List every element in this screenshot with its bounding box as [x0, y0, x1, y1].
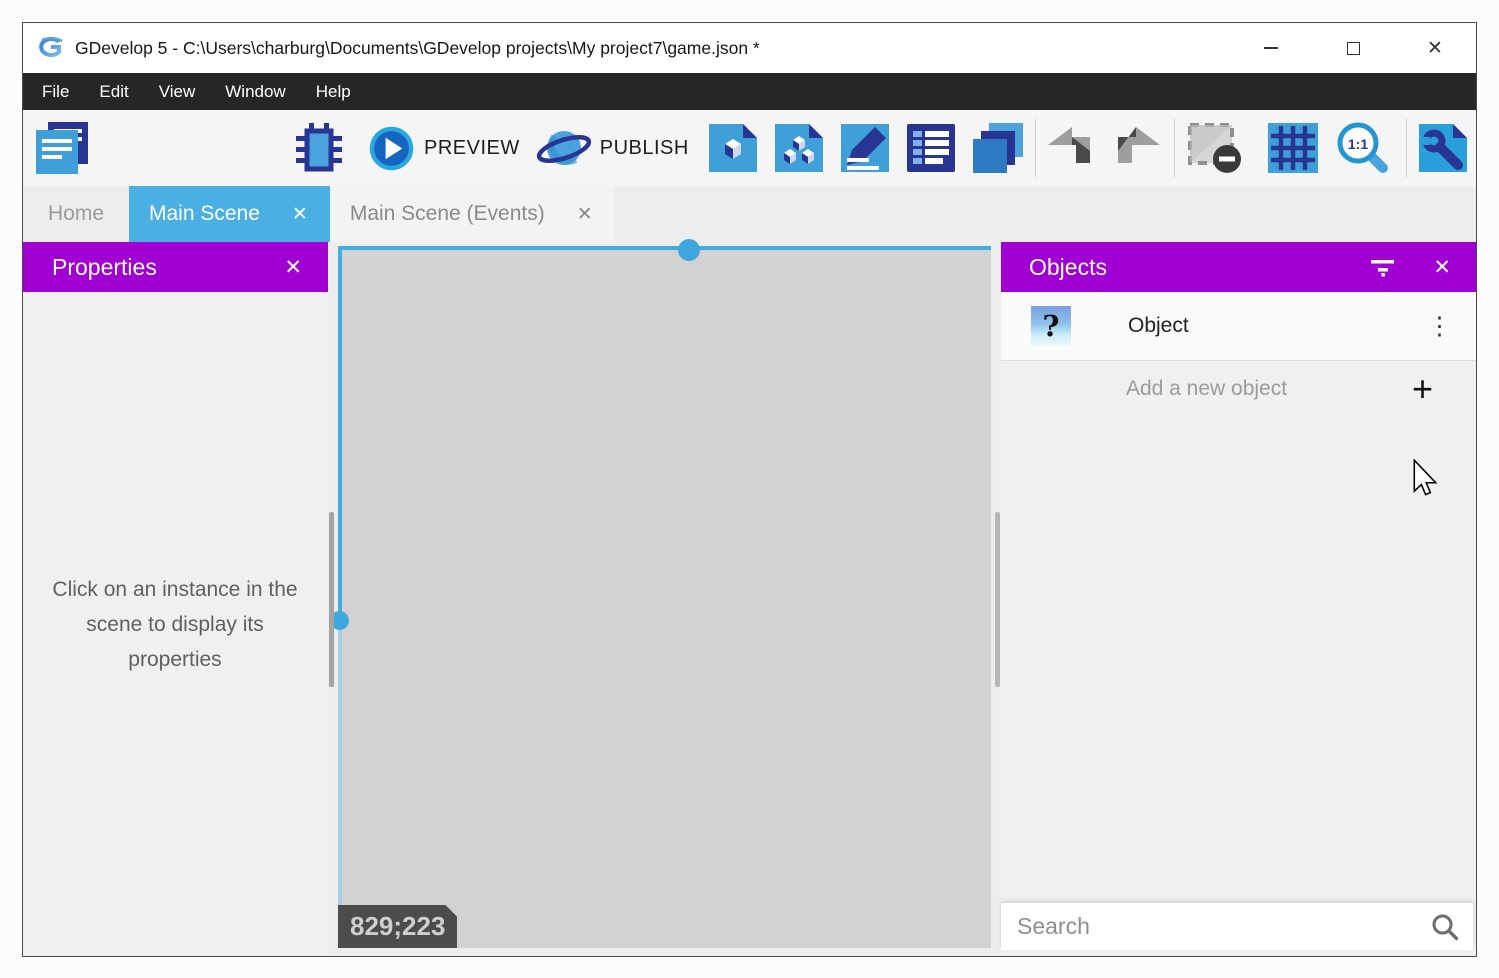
maximize-button[interactable]: [1312, 23, 1394, 73]
layers-button[interactable]: [973, 123, 1023, 173]
grid-button[interactable]: [1268, 123, 1318, 173]
selection-handle-top[interactable]: [678, 239, 700, 261]
edit-note-pencil-icon: [841, 124, 889, 172]
objects-list-icon: [709, 124, 757, 172]
grid-icon: [1268, 123, 1318, 173]
menu-item-edit[interactable]: Edit: [84, 73, 143, 110]
object-question-icon: ?: [1031, 306, 1071, 346]
publish-globe-icon: [536, 124, 592, 172]
preview-button[interactable]: PREVIEW: [369, 126, 520, 171]
object-list-item[interactable]: ? Object ⋮: [1001, 292, 1476, 361]
layers-icon: [973, 123, 1023, 173]
selection-border-left-faded: [338, 620, 342, 948]
properties-empty-message: Click on an instance in the scene to dis…: [50, 572, 300, 677]
publish-label: PUBLISH: [600, 137, 689, 160]
selection-border-left: [338, 246, 342, 620]
tab-bar: Home Main Scene ✕ Main Scene (Events) ✕: [23, 186, 1476, 242]
object-groups-button[interactable]: [775, 124, 823, 172]
add-object-label: Add a new object: [1001, 377, 1412, 401]
objects-panel: Objects ✕ ? Object ⋮ Add a new object +: [1001, 242, 1476, 956]
content-area: Properties ✕ Click on an instance in the…: [23, 242, 1476, 956]
close-button[interactable]: ✕: [1394, 23, 1476, 73]
menu-item-window[interactable]: Window: [210, 73, 300, 110]
scene-properties-button[interactable]: [841, 124, 889, 172]
project-manager-icon: [36, 122, 90, 174]
tab-main-scene-events[interactable]: Main Scene (Events) ✕: [330, 186, 615, 242]
tab-close-icon[interactable]: ✕: [577, 205, 593, 224]
close-icon: ✕: [1427, 39, 1443, 58]
object-menu-kebab-icon[interactable]: ⋮: [1427, 311, 1454, 341]
properties-title: Properties: [23, 254, 157, 281]
publish-button[interactable]: PUBLISH: [536, 124, 689, 172]
objects-title: Objects: [1001, 254, 1107, 281]
instances-list-button[interactable]: [907, 124, 955, 172]
object-search-bar: [1001, 903, 1473, 950]
canvas-left-scrollbar[interactable]: [329, 512, 334, 687]
mask-remove-icon: [1187, 122, 1242, 174]
menu-item-view[interactable]: View: [144, 73, 211, 110]
undo-arrow-icon: [1046, 127, 1098, 169]
toolbar-separator: [1035, 119, 1036, 177]
properties-close-icon[interactable]: ✕: [284, 257, 328, 278]
objects-panel-header: Objects ✕: [1001, 242, 1476, 292]
properties-panel: Properties ✕ Click on an instance in the…: [23, 242, 328, 956]
tab-label: Home: [48, 202, 104, 226]
zoom-1-1-magnifier-icon: 1:1: [1336, 121, 1390, 175]
window-mask-button[interactable]: [1187, 122, 1242, 174]
selection-border-top: [338, 246, 991, 250]
project-manager-button[interactable]: [36, 122, 90, 174]
minimize-icon: [1264, 47, 1278, 49]
tab-home[interactable]: Home: [23, 186, 129, 242]
undo-button[interactable]: [1046, 127, 1098, 169]
canvas-right-scrollbar[interactable]: [995, 512, 1000, 687]
toolbar: PREVIEW PUBLISH: [23, 110, 1476, 186]
add-object-row[interactable]: Add a new object +: [1001, 361, 1476, 417]
object-groups-icon: [775, 124, 823, 172]
search-input[interactable]: [1015, 912, 1431, 941]
zoom-original-button[interactable]: 1:1: [1336, 121, 1390, 175]
objects-close-icon[interactable]: ✕: [1433, 257, 1451, 278]
debugger-bug-icon: [296, 123, 342, 173]
object-name: Object: [1128, 314, 1189, 338]
toolbar-separator: [1406, 119, 1407, 177]
filter-icon[interactable]: [1371, 257, 1395, 277]
tab-label: Main Scene: [149, 202, 260, 226]
objects-list-button[interactable]: [709, 124, 757, 172]
tab-main-scene[interactable]: Main Scene ✕: [129, 186, 330, 242]
debugger-button[interactable]: [296, 123, 342, 173]
tab-label: Main Scene (Events): [350, 202, 545, 226]
instances-list-icon: [907, 124, 955, 172]
tab-close-icon[interactable]: ✕: [292, 205, 308, 224]
redo-button[interactable]: [1110, 127, 1162, 169]
plus-icon[interactable]: +: [1412, 371, 1476, 407]
cursor-coordinates-badge: 829;223: [338, 905, 457, 948]
title-bar: GDevelop 5 - C:\Users\charburg\Documents…: [23, 23, 1476, 73]
svg-text:1:1: 1:1: [1348, 136, 1368, 152]
scene-settings-button[interactable]: [1419, 124, 1467, 172]
wrench-settings-icon: [1419, 124, 1467, 172]
menu-item-file[interactable]: File: [27, 73, 84, 110]
window-title: GDevelop 5 - C:\Users\charburg\Documents…: [75, 38, 760, 59]
preview-play-icon: [369, 126, 414, 171]
scene-editor-region: 829;223: [328, 242, 1001, 956]
scene-canvas[interactable]: [338, 246, 991, 948]
toolbar-separator: [1174, 119, 1175, 177]
maximize-icon: [1347, 42, 1360, 55]
menu-bar: File Edit View Window Help: [23, 73, 1476, 110]
redo-arrow-icon: [1110, 127, 1162, 169]
preview-label: PREVIEW: [424, 137, 520, 160]
gdevelop-window: GDevelop 5 - C:\Users\charburg\Documents…: [22, 22, 1477, 957]
search-icon[interactable]: [1431, 913, 1459, 941]
minimize-button[interactable]: [1230, 23, 1312, 73]
properties-panel-header: Properties ✕: [23, 242, 328, 292]
gdevelop-logo-icon: [37, 34, 65, 62]
menu-item-help[interactable]: Help: [301, 73, 366, 110]
